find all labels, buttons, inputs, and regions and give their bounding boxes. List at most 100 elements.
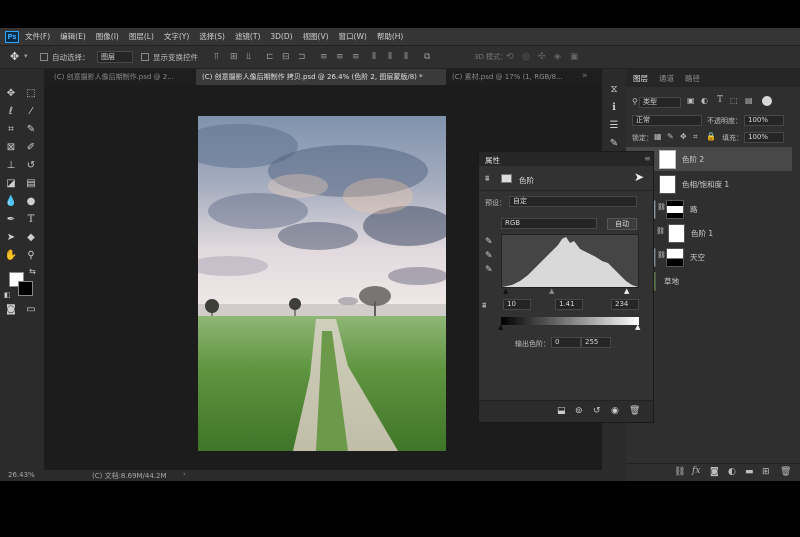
brush-tool-icon[interactable]: ✐ [24, 141, 38, 155]
screen-mode-icon[interactable]: ▭ [24, 303, 38, 317]
properties-panel-icon[interactable]: ℹ [607, 101, 621, 115]
output-white-slider[interactable]: ▲ [635, 323, 640, 331]
filter-adjustment-icon[interactable]: ◐ [701, 96, 708, 105]
type-tool-icon[interactable]: T [24, 213, 38, 227]
output-white-field[interactable]: 255 [581, 337, 611, 348]
align-top-icon[interactable]: ⫪ [214, 52, 219, 62]
menu-help[interactable]: 帮助(H) [377, 31, 404, 42]
filter-pixel-icon[interactable]: ▣ [687, 96, 695, 105]
layer-mask-thumbnail[interactable] [659, 149, 676, 169]
move-tool-icon[interactable]: ✥ [10, 50, 19, 63]
menu-filter[interactable]: 滤镜(T) [235, 31, 260, 42]
opacity-field[interactable]: 100% [744, 115, 784, 126]
filter-type-icon[interactable]: T [717, 95, 723, 105]
menu-type[interactable]: 文字(Y) [164, 31, 189, 42]
reset-icon[interactable]: ↺ [593, 406, 601, 416]
default-colors-icon[interactable]: ◧ [4, 291, 11, 299]
show-transform-checkbox[interactable] [141, 53, 149, 61]
auto-align-icon[interactable]: ⧉ [424, 52, 430, 62]
layer-filter-dropdown[interactable]: 类型 [639, 97, 681, 108]
input-white-field[interactable]: 234 [611, 299, 639, 310]
blur-tool-icon[interactable]: 💧 [4, 195, 18, 209]
lasso-tool-icon[interactable]: ℓ [4, 105, 18, 119]
quick-mask-icon[interactable]: ◙ [4, 303, 18, 317]
input-gamma-field[interactable]: 1.41 [555, 299, 583, 310]
frame-tool-icon[interactable]: ⊠ [4, 141, 18, 155]
brush-panel-icon[interactable]: ✎ [607, 137, 621, 151]
align-vcenter-icon[interactable]: ⊞ [230, 52, 238, 62]
auto-select-checkbox[interactable] [40, 53, 48, 61]
tab-layers[interactable]: 图层 [633, 73, 648, 84]
menu-layer[interactable]: 图层(L) [129, 31, 154, 42]
fill-field[interactable]: 100% [744, 132, 784, 143]
align-left-icon[interactable]: ⊏ [266, 52, 274, 62]
mask-icon[interactable] [501, 174, 512, 183]
align-right-icon[interactable]: ⊐ [298, 52, 306, 62]
history-brush-icon[interactable]: ↺ [24, 159, 38, 173]
move-tool-icon[interactable]: ✥ [4, 87, 18, 101]
output-black-slider[interactable]: ▲ [498, 323, 503, 331]
menu-3d[interactable]: 3D(D) [270, 32, 292, 41]
menu-window[interactable]: 窗口(W) [339, 31, 367, 42]
3d-rotate-icon[interactable]: ⟲ [506, 52, 514, 62]
lock-image-icon[interactable]: ✎ [667, 132, 674, 141]
layer-mask-thumbnail[interactable] [666, 247, 684, 267]
align-hcenter-icon[interactable]: ⊟ [282, 52, 290, 62]
output-black-field[interactable]: 0 [551, 337, 581, 348]
filter-smart-object-icon[interactable]: ▤ [745, 96, 753, 105]
marquee-tool-icon[interactable]: ⬚ [24, 87, 38, 101]
swap-colors-icon[interactable]: ⇆ [29, 267, 36, 276]
input-black-field[interactable]: 10 [503, 299, 531, 310]
chevron-down-icon[interactable]: ▾ [24, 52, 28, 60]
menu-image[interactable]: 图像(I) [96, 31, 119, 42]
stamp-tool-icon[interactable]: ⊥ [4, 159, 18, 173]
menu-view[interactable]: 视图(V) [303, 31, 329, 42]
align-bottom-icon[interactable]: ⫫ [246, 52, 251, 62]
input-white-slider[interactable]: ▲ [624, 287, 629, 295]
menu-file[interactable]: 文件(F) [25, 31, 50, 42]
distribute-top-icon[interactable]: ≡ [320, 52, 328, 62]
clip-to-layer-icon[interactable]: ⬓ [557, 406, 566, 416]
view-previous-icon[interactable]: ⊚ [575, 406, 583, 416]
3d-scale-icon[interactable]: ▣ [570, 52, 579, 62]
tab-document-1[interactable]: (C) 创意摄影人像后期制作.psd @ 2... [48, 69, 196, 85]
link-layers-icon[interactable]: ⛓ [674, 467, 685, 477]
history-panel-icon[interactable]: ⧖ [607, 83, 621, 97]
magic-wand-icon[interactable]: ⁄ [24, 105, 38, 119]
tab-channels[interactable]: 通道 [659, 73, 674, 84]
input-gamma-slider[interactable]: ▲ [549, 287, 554, 295]
chevron-right-icon[interactable]: › [183, 470, 186, 478]
distribute-right-icon[interactable]: ⦀ [404, 52, 408, 62]
adjustments-panel-icon[interactable]: ☰ [607, 119, 621, 133]
auto-select-dropdown[interactable]: 图层 [97, 51, 133, 63]
zoom-tool-icon[interactable]: ⚲ [24, 249, 38, 263]
visibility-eye-icon[interactable]: ◉ [611, 406, 619, 416]
lock-position-icon[interactable]: ✥ [680, 132, 687, 141]
lock-artboard-icon[interactable]: ⌗ [693, 132, 698, 142]
menu-edit[interactable]: 编辑(E) [60, 31, 86, 42]
clipping-warning-icon[interactable]: ⩩ [482, 301, 486, 311]
layer-mask-thumbnail[interactable] [668, 223, 685, 243]
layer-mask-thumbnail[interactable] [666, 199, 684, 219]
new-layer-icon[interactable]: ⊞ [762, 467, 770, 477]
hand-tool-icon[interactable]: ✋ [4, 249, 18, 263]
new-adjustment-icon[interactable]: ◐ [728, 467, 736, 477]
panel-menu-icon[interactable]: ≡ [644, 154, 651, 163]
distribute-bottom-icon[interactable]: ≡ [352, 52, 360, 62]
delete-layer-icon[interactable]: 🗑 [780, 467, 791, 477]
channel-dropdown[interactable]: RGB [501, 218, 597, 229]
background-color-swatch[interactable] [18, 281, 33, 296]
path-select-icon[interactable]: ➤ [4, 231, 18, 245]
3d-drag-icon[interactable]: ✣ [538, 52, 546, 62]
3d-slide-icon[interactable]: ◈ [554, 52, 561, 62]
layer-mask-thumbnail[interactable] [659, 174, 676, 194]
tab-document-3[interactable]: (C) 素材.psd @ 17% (1, RGB/8... [446, 69, 574, 85]
delete-icon[interactable]: 🗑 [629, 406, 640, 416]
distribute-vcenter-icon[interactable]: ≡ [336, 52, 344, 62]
distribute-left-icon[interactable]: ⦀ [372, 52, 376, 62]
zoom-level[interactable]: 26.43% [8, 471, 35, 479]
filter-toggle-icon[interactable] [762, 96, 772, 106]
layer-style-icon[interactable]: fx [692, 466, 700, 476]
shape-tool-icon[interactable]: ◆ [24, 231, 38, 245]
preset-dropdown[interactable]: 自定 [509, 196, 637, 207]
